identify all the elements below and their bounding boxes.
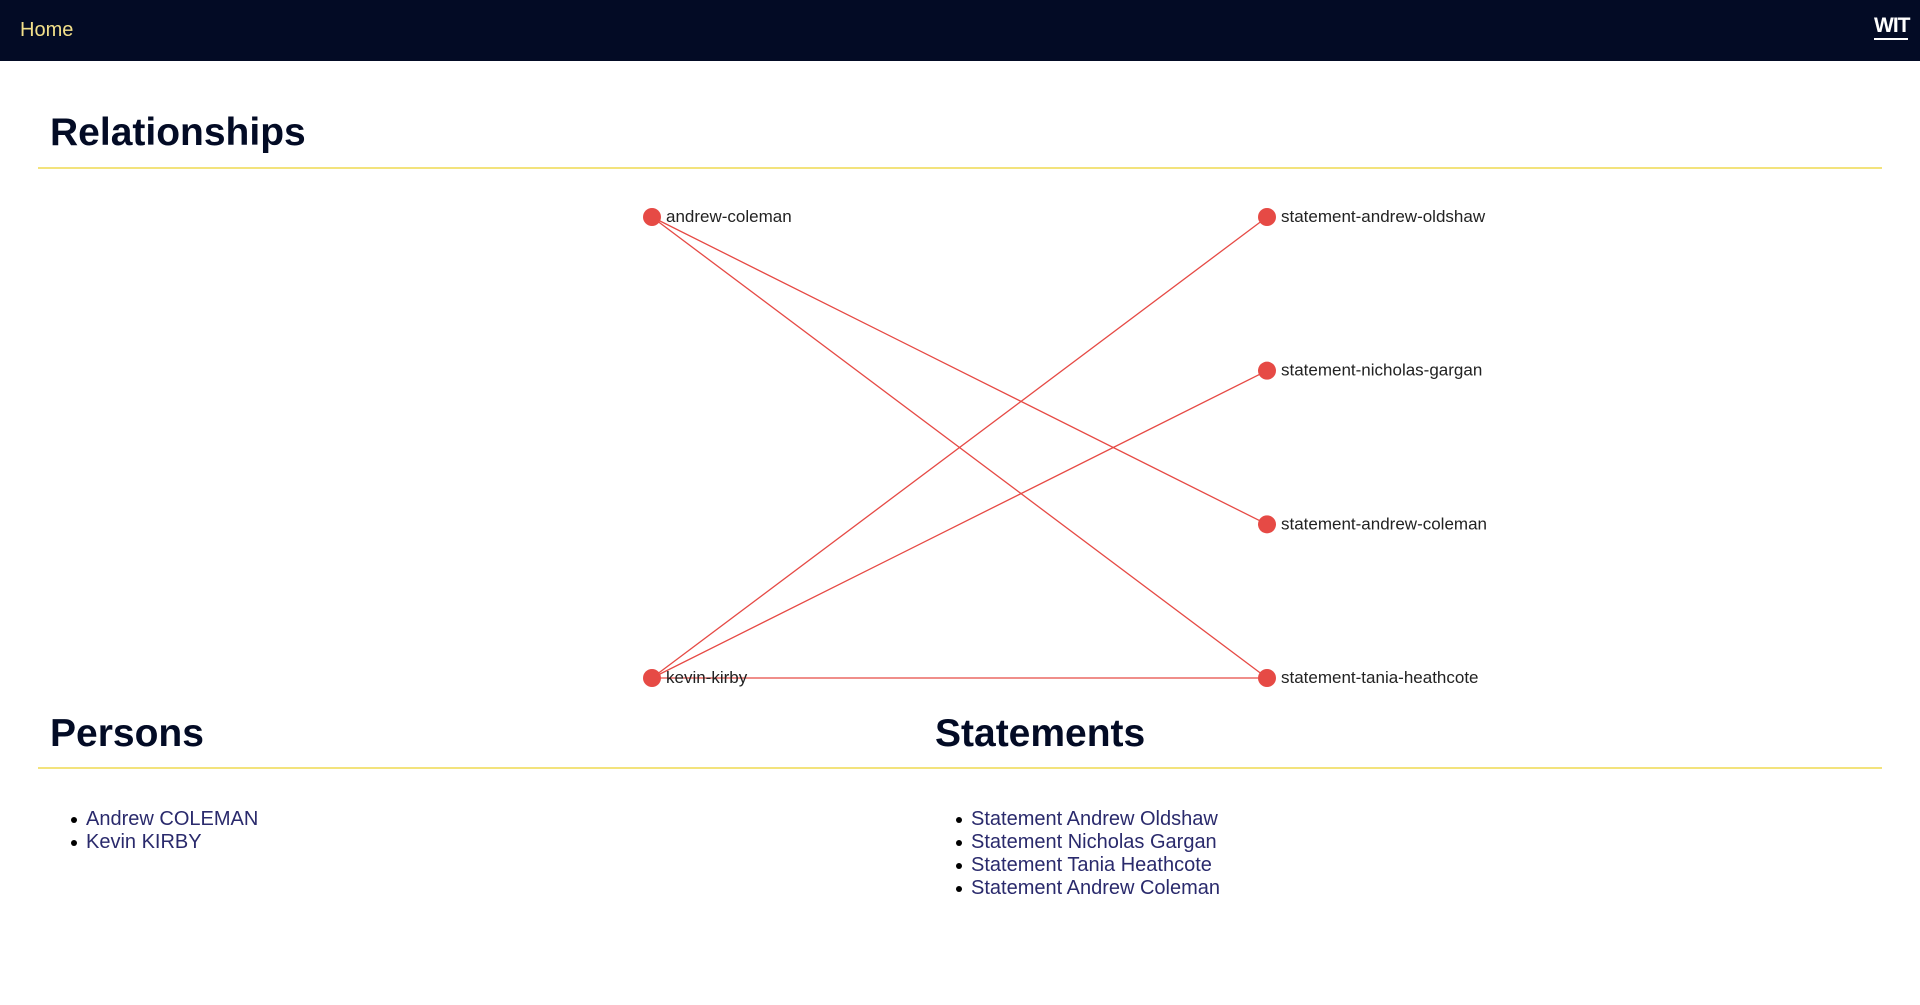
graph-node-statement-andrew-oldshaw[interactable] xyxy=(1258,208,1276,226)
graph-node-label: statement-tania-heathcote xyxy=(1281,668,1479,687)
statements-heading: Statements xyxy=(935,712,1146,755)
graph-node-label: kevin-kirby xyxy=(666,668,748,687)
graph-node-label: statement-nicholas-gargan xyxy=(1281,361,1482,380)
graph-node-andrew-coleman[interactable] xyxy=(643,208,661,226)
persons-list: Andrew COLEMAN Kevin KIRBY xyxy=(50,808,258,854)
statement-link[interactable]: Statement Nicholas Gargan xyxy=(971,831,1217,853)
list-item: Andrew COLEMAN xyxy=(50,808,258,831)
graph-node-statement-andrew-coleman[interactable] xyxy=(1258,515,1276,534)
persons-heading: Persons xyxy=(50,712,204,755)
graph-node-label: andrew-coleman xyxy=(666,207,792,226)
graph-node-label: statement-andrew-oldshaw xyxy=(1281,207,1486,226)
graph-edge-kevin-kirby-to-statement-nicholas-gargan xyxy=(651,370,1268,679)
graph-edge-andrew-coleman-to-statement-andrew-coleman xyxy=(651,216,1268,525)
statement-link[interactable]: Statement Andrew Oldshaw xyxy=(971,808,1218,830)
list-item: Statement Nicholas Gargan xyxy=(935,831,1220,854)
list-item: Statement Tania Heathcote xyxy=(935,854,1220,877)
person-link[interactable]: Andrew COLEMAN xyxy=(86,808,258,830)
list-item: Statement Andrew Oldshaw xyxy=(935,808,1220,831)
graph-node-label: statement-andrew-coleman xyxy=(1281,514,1487,533)
graph-node-kevin-kirby[interactable] xyxy=(643,669,661,687)
list-item: Statement Andrew Coleman xyxy=(935,877,1220,900)
list-item: Kevin KIRBY xyxy=(50,831,258,854)
lists-divider xyxy=(38,767,1882,769)
statement-link[interactable]: Statement Tania Heathcote xyxy=(971,854,1212,876)
person-link[interactable]: Kevin KIRBY xyxy=(86,831,202,853)
relationship-graph: andrew-coleman kevin-kirby statement-andre… xyxy=(643,207,1487,687)
statements-list: Statement Andrew Oldshaw Statement Nicho… xyxy=(935,808,1220,900)
statement-link[interactable]: Statement Andrew Coleman xyxy=(971,877,1220,899)
graph-node-statement-tania-heathcote[interactable] xyxy=(1258,669,1276,687)
graph-node-statement-nicholas-gargan[interactable] xyxy=(1258,361,1276,380)
